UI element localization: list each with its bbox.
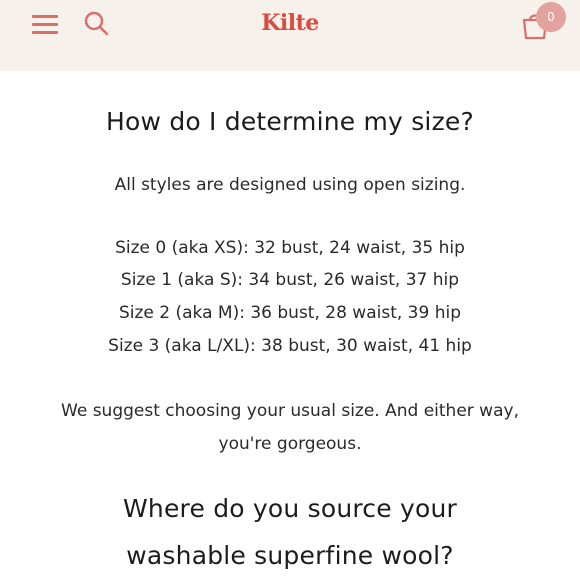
cart-count-badge[interactable]: 0 [536,2,566,32]
size-line: Size 2 (aka M): 36 bust, 28 waist, 39 hi… [118,303,462,323]
faq-question: washable superfine wool? [126,541,454,570]
faq-question: Where do you source your [123,494,457,523]
faq-note: you're gorgeous. [218,434,362,454]
size-line: Size 0 (aka XS): 32 bust, 24 waist, 35 h… [115,238,465,258]
size-line: Size 3 (aka L/XL): 38 bust, 30 waist, 41… [108,336,472,356]
faq-question: How do I determine my size? [106,107,474,136]
size-line: Size 1 (aka S): 34 bust, 26 waist, 37 hi… [120,270,460,290]
site-header: Kilte 0 [0,0,580,71]
faq-intro: All styles are designed using open sizin… [114,175,466,195]
faq-note: We suggest choosing your usual size. And… [61,401,519,421]
brand-logo[interactable]: Kilte [0,10,580,36]
